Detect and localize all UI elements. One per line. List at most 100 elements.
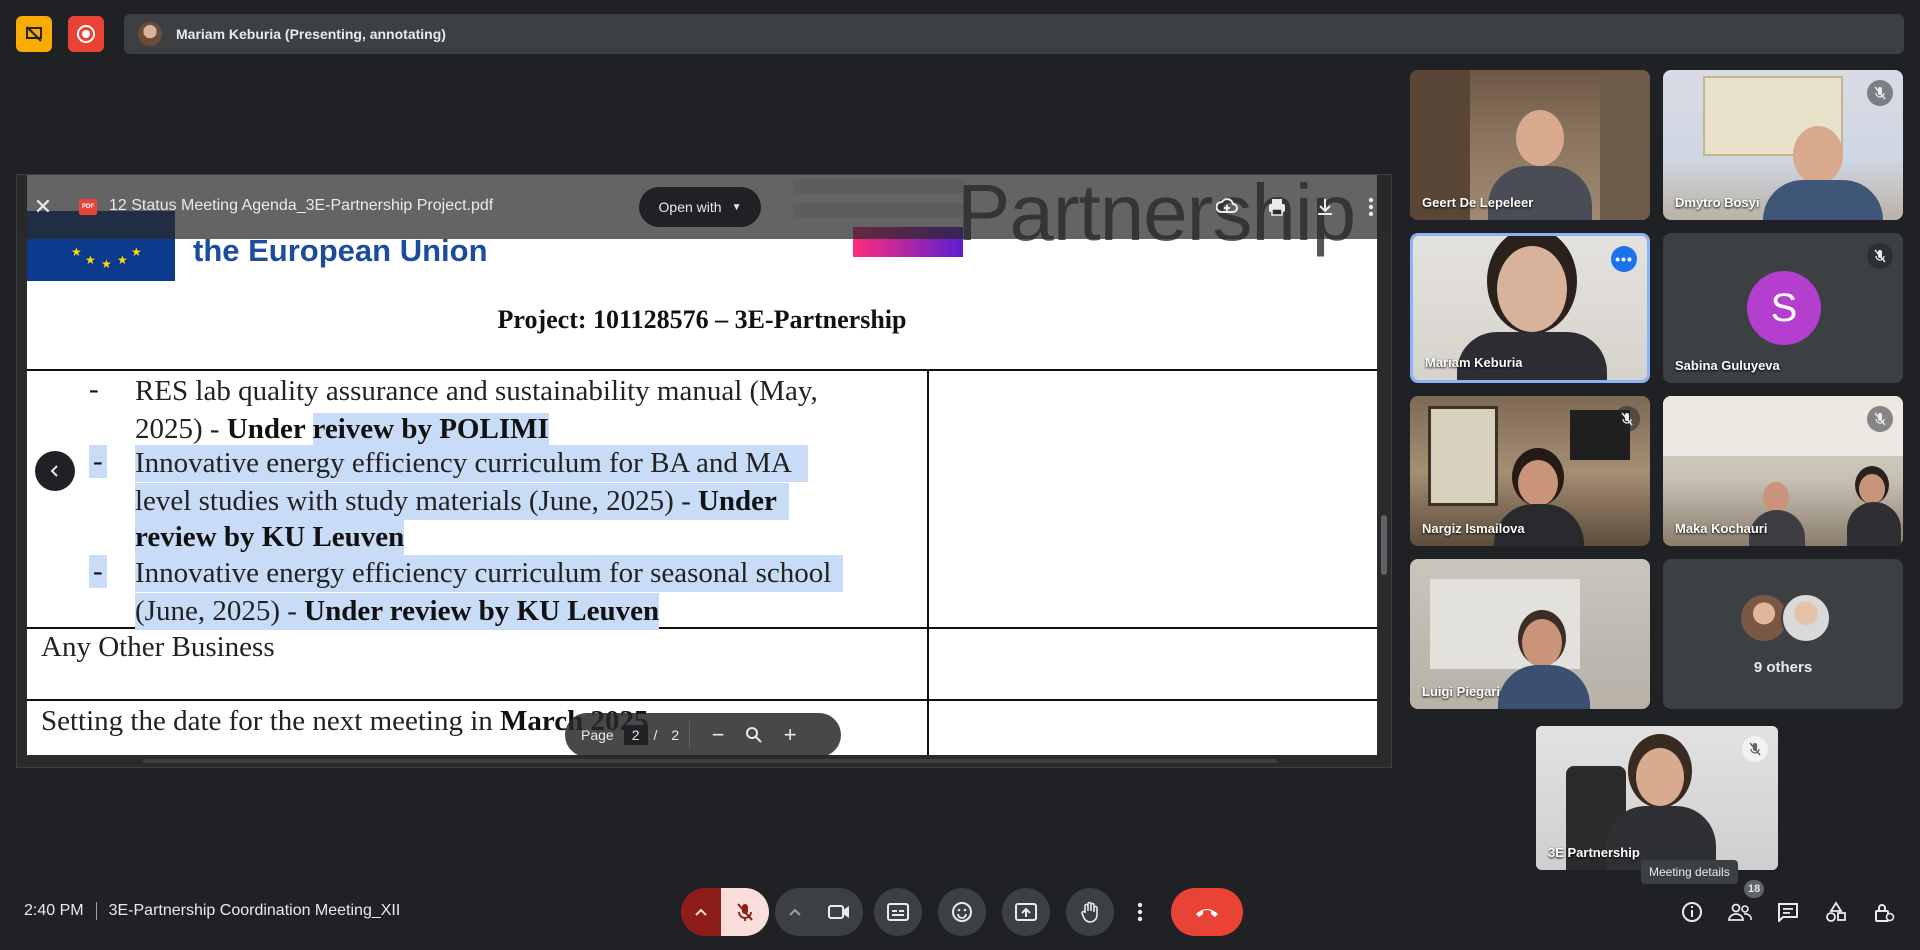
window — [1428, 406, 1498, 506]
participant-tile[interactable]: Maka Kochauri — [1663, 396, 1903, 546]
more-options-icon[interactable]: ••• — [1611, 246, 1637, 272]
agenda-item-3-line-1: Innovative energy efficiency curriculum … — [135, 555, 844, 592]
person-head — [1522, 619, 1562, 667]
person-body — [1847, 502, 1901, 546]
person-head — [1518, 460, 1558, 506]
pdf-file-name: 12 Status Meeting Agenda_3E-Partnership … — [109, 197, 494, 214]
people-icon[interactable] — [1722, 894, 1758, 930]
mic-off-icon — [1867, 243, 1893, 269]
participant-tile[interactable]: Luigi Piegari — [1410, 559, 1650, 709]
open-with-button[interactable]: Open with ▼ — [639, 187, 761, 227]
participant-tile[interactable]: Dmytro Bosyi — [1663, 70, 1903, 220]
add-to-drive-icon[interactable] — [1213, 193, 1241, 221]
captions-button[interactable] — [874, 888, 922, 936]
meeting-details-tooltip: Meeting details — [1641, 860, 1738, 884]
camera-button[interactable] — [815, 888, 863, 936]
total-pages: 2 — [671, 727, 680, 743]
mic-off-icon — [1614, 406, 1640, 432]
mic-control — [681, 888, 769, 936]
host-controls-icon[interactable] — [1866, 894, 1902, 930]
participant-name: Sabina Guluyeva — [1675, 358, 1780, 373]
emoji-reaction-button[interactable] — [938, 888, 986, 936]
others-tile[interactable]: 9 others — [1663, 559, 1903, 709]
table-border-top — [27, 369, 1377, 371]
table-border-vertical — [927, 369, 929, 755]
meeting-title[interactable]: 3E-Partnership Coordination Meeting_XII — [109, 902, 401, 920]
avatar — [1781, 593, 1831, 643]
person-body — [1488, 166, 1592, 220]
meeting-info: 2:40 PM 3E-Partnership Coordination Meet… — [24, 902, 400, 920]
zoom-in-icon[interactable]: + — [772, 717, 808, 753]
agenda-item-3-line-2: (June, 2025) - Under review by KU Leuven — [135, 593, 660, 630]
video-options-chevron-icon[interactable] — [775, 888, 815, 936]
presenter-avatar — [138, 22, 162, 46]
zoom-icon[interactable] — [736, 717, 772, 753]
meeting-details-icon[interactable] — [1674, 894, 1710, 930]
participant-tile[interactable]: S Sabina Guluyeva — [1663, 233, 1903, 383]
bullet-dash: - — [89, 445, 107, 478]
open-with-label: Open with — [658, 199, 722, 215]
agenda-item-2-line-1: Innovative energy efficiency curriculum … — [135, 445, 808, 482]
vertical-scrollbar[interactable] — [1381, 515, 1387, 575]
activities-icon[interactable] — [1818, 894, 1854, 930]
current-page-input[interactable]: 2 — [623, 725, 648, 745]
end-call-button[interactable] — [1171, 888, 1243, 936]
shared-screen[interactable]: ★ ★ ★ ★ ★ the European Union Partnership… — [16, 174, 1392, 768]
people-count-badge: 18 — [1744, 880, 1765, 898]
participant-tile-active-speaker[interactable]: ••• Mariam Keburia — [1410, 233, 1650, 383]
page-controls: Page 2 / 2 − + — [565, 713, 841, 757]
meet-window: Mariam Keburia (Presenting, annotating) … — [0, 0, 1920, 950]
mic-off-button[interactable] — [721, 888, 769, 936]
person-body — [1763, 180, 1883, 220]
chat-icon[interactable] — [1770, 894, 1806, 930]
presenter-label: Mariam Keburia (Presenting, annotating) — [176, 26, 446, 42]
bookshelf — [1600, 70, 1650, 220]
recording-icon[interactable] — [68, 16, 104, 52]
more-options-button[interactable] — [1120, 888, 1160, 936]
previous-page-icon[interactable] — [35, 451, 75, 491]
mic-off-icon — [1867, 80, 1893, 106]
bullet-dash: - — [89, 373, 99, 405]
person-head — [1793, 126, 1843, 184]
horizontal-scrollbar[interactable] — [143, 759, 1277, 763]
person-head — [1516, 110, 1564, 166]
participant-name: Luigi Piegari — [1422, 684, 1501, 699]
agenda-any-other-business: Any Other Business — [41, 631, 275, 663]
present-screen-button[interactable] — [1002, 888, 1050, 936]
pdf-file-icon: PDF — [79, 199, 97, 215]
pdf-viewer-toolbar: ✕ PDF 12 Status Meeting Agenda_3E-Partne… — [17, 175, 1391, 239]
agenda-next-meeting: Setting the date for the next meeting in… — [41, 705, 649, 737]
agenda-item-1-line-2: 2025) - Under reivew by POLIMI — [135, 413, 549, 445]
agenda-item-1-line-1: RES lab quality assurance and sustainabi… — [135, 375, 818, 407]
current-time: 2:40 PM — [24, 902, 84, 919]
audio-options-chevron-icon[interactable] — [681, 888, 721, 936]
person-head — [1497, 246, 1567, 332]
mic-off-icon — [1867, 406, 1893, 432]
participant-name: Geert De Lepeleer — [1422, 195, 1534, 210]
presentation-off-icon[interactable] — [16, 16, 52, 52]
agenda-item-2-line-3: review by KU Leuven — [135, 519, 405, 556]
download-icon[interactable] — [1311, 193, 1339, 221]
participant-name: Dmytro Bosyi — [1675, 195, 1760, 210]
self-view-tile[interactable]: 3E Partnership — [1536, 726, 1778, 870]
presenter-bar[interactable]: Mariam Keburia (Presenting, annotating) — [124, 14, 1904, 54]
participant-avatar: S — [1747, 271, 1821, 345]
person-head — [1859, 474, 1885, 504]
page-separator: / — [653, 727, 658, 743]
participant-tile[interactable]: Nargiz Ismailova — [1410, 396, 1650, 546]
others-avatars — [1739, 593, 1835, 645]
participant-name: Mariam Keburia — [1425, 355, 1523, 370]
pager-divider — [689, 721, 691, 749]
pdf-page: ★ ★ ★ ★ ★ the European Union Partnership… — [27, 175, 1377, 755]
person-body — [1498, 665, 1590, 709]
close-icon[interactable]: ✕ — [29, 193, 57, 221]
participant-tile[interactable]: Geert De Lepeleer — [1410, 70, 1650, 220]
ceiling — [1663, 396, 1903, 456]
participant-name: Nargiz Ismailova — [1422, 521, 1525, 536]
caret-down-icon: ▼ — [731, 201, 742, 213]
print-icon[interactable] — [1263, 193, 1291, 221]
others-count-label: 9 others — [1753, 659, 1813, 676]
more-vert-icon[interactable] — [1357, 193, 1385, 221]
zoom-out-icon[interactable]: − — [700, 717, 736, 753]
raise-hand-button[interactable] — [1066, 888, 1114, 936]
